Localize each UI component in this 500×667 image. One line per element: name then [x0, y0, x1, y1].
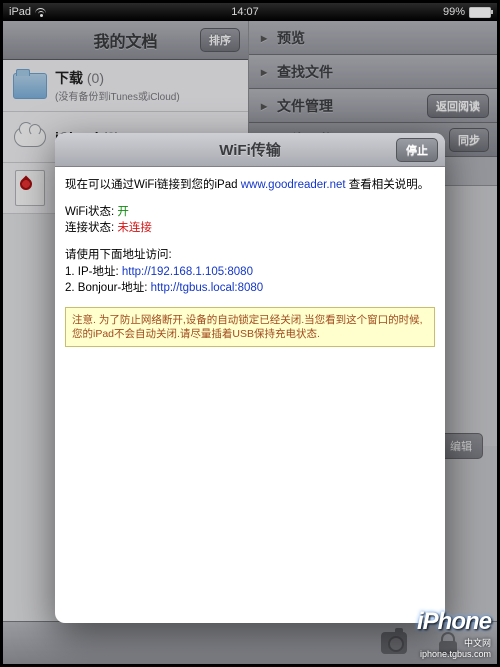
watermark: iPhone 中文网iphone.tgbus.com: [417, 608, 491, 659]
warning-note: 注意. 为了防止网络断开,设备的自动锁定已经关闭.当您看到这个窗口的时候,您的i…: [65, 307, 435, 347]
stop-button[interactable]: 停止: [396, 138, 438, 162]
modal-header: WiFi传输 停止: [55, 133, 445, 167]
goodreader-link[interactable]: www.goodreader.net: [241, 179, 346, 191]
ip-address-link[interactable]: http://192.168.1.105:8080: [122, 266, 253, 278]
wifi-icon: [35, 8, 47, 17]
bonjour-address-link[interactable]: http://tgbus.local:8080: [151, 282, 264, 294]
status-bar: iPad 14:07 99%: [3, 3, 497, 21]
modal-title: WiFi传输: [219, 139, 281, 160]
battery-icon: [469, 7, 491, 18]
device-label: iPad: [9, 6, 31, 18]
wifi-transfer-modal: WiFi传输 停止 现在可以通过WiFi链接到您的iPad www.goodre…: [55, 133, 445, 623]
conn-status-value: 未连接: [117, 222, 152, 234]
battery-percent: 99%: [443, 6, 465, 18]
clock: 14:07: [231, 6, 259, 18]
wifi-status-value: 开: [117, 206, 129, 218]
modal-body: 现在可以通过WiFi链接到您的iPad www.goodreader.net 查…: [55, 167, 445, 357]
